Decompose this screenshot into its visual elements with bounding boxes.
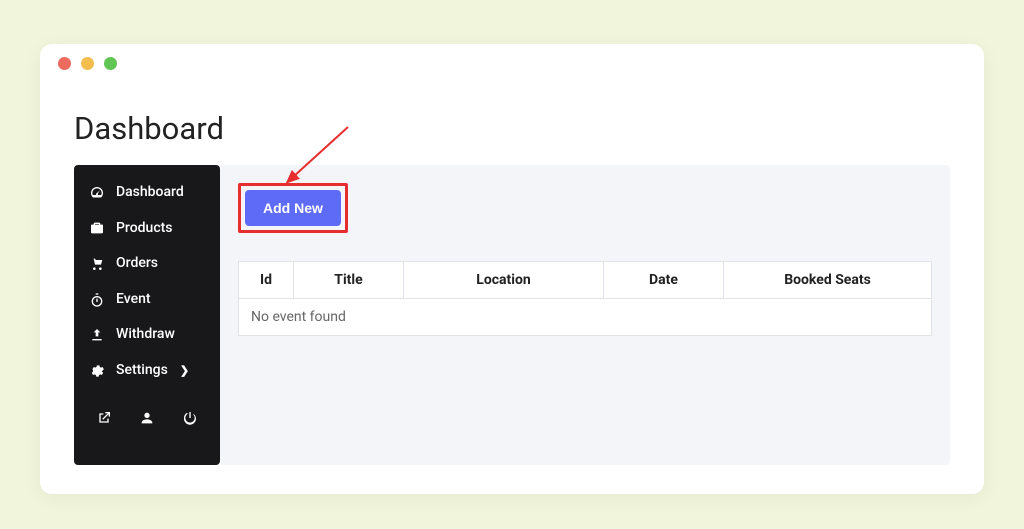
- window-maximize-dot[interactable]: [104, 57, 117, 70]
- table-header-title: Title: [294, 262, 404, 299]
- window-close-dot[interactable]: [58, 57, 71, 70]
- table-header-location: Location: [404, 262, 604, 299]
- table-header-id: Id: [239, 262, 294, 299]
- user-icon[interactable]: [136, 407, 158, 429]
- sidebar-item-orders[interactable]: Orders: [74, 246, 220, 282]
- table-header-booked: Booked Seats: [724, 262, 932, 299]
- sidebar-item-label: Withdraw: [116, 325, 175, 345]
- table-empty-cell: No event found: [239, 299, 932, 336]
- sidebar-item-dashboard[interactable]: Dashboard: [74, 175, 220, 211]
- events-table: Id Title Location Date Booked Seats No e…: [238, 261, 932, 336]
- table-row: No event found: [239, 299, 932, 336]
- sidebar-bottom-row: [74, 397, 220, 431]
- sidebar-item-products[interactable]: Products: [74, 211, 220, 247]
- gauge-icon: [88, 184, 106, 202]
- content-row: Dashboard Products Orders Event: [74, 165, 950, 465]
- add-new-highlight: Add New: [238, 183, 348, 233]
- main-panel: Add New Id Title Location Date Booked Se…: [220, 165, 950, 465]
- sidebar-item-label: Settings: [116, 361, 168, 381]
- add-new-button[interactable]: Add New: [245, 190, 341, 226]
- window-minimize-dot[interactable]: [81, 57, 94, 70]
- chevron-right-icon: ❯: [180, 363, 189, 378]
- sidebar-item-label: Dashboard: [116, 183, 184, 203]
- sidebar: Dashboard Products Orders Event: [74, 165, 220, 465]
- upload-icon: [88, 326, 106, 344]
- power-icon[interactable]: [179, 407, 201, 429]
- external-link-icon[interactable]: [93, 407, 115, 429]
- table-header-date: Date: [604, 262, 724, 299]
- sidebar-item-event[interactable]: Event: [74, 282, 220, 318]
- sidebar-item-label: Event: [116, 290, 151, 310]
- events-table-wrap: Id Title Location Date Booked Seats No e…: [238, 261, 932, 336]
- cart-icon: [88, 255, 106, 273]
- sidebar-item-label: Orders: [116, 254, 158, 274]
- gear-icon: [88, 362, 106, 380]
- window-frame: Dashboard Dashboard Products Orders: [40, 44, 984, 494]
- sidebar-item-settings[interactable]: Settings ❯: [74, 353, 220, 389]
- sidebar-item-withdraw[interactable]: Withdraw: [74, 317, 220, 353]
- stopwatch-icon: [88, 291, 106, 309]
- page-title: Dashboard: [74, 110, 984, 147]
- sidebar-item-label: Products: [116, 219, 173, 239]
- briefcase-icon: [88, 219, 106, 237]
- window-titlebar: [40, 44, 984, 82]
